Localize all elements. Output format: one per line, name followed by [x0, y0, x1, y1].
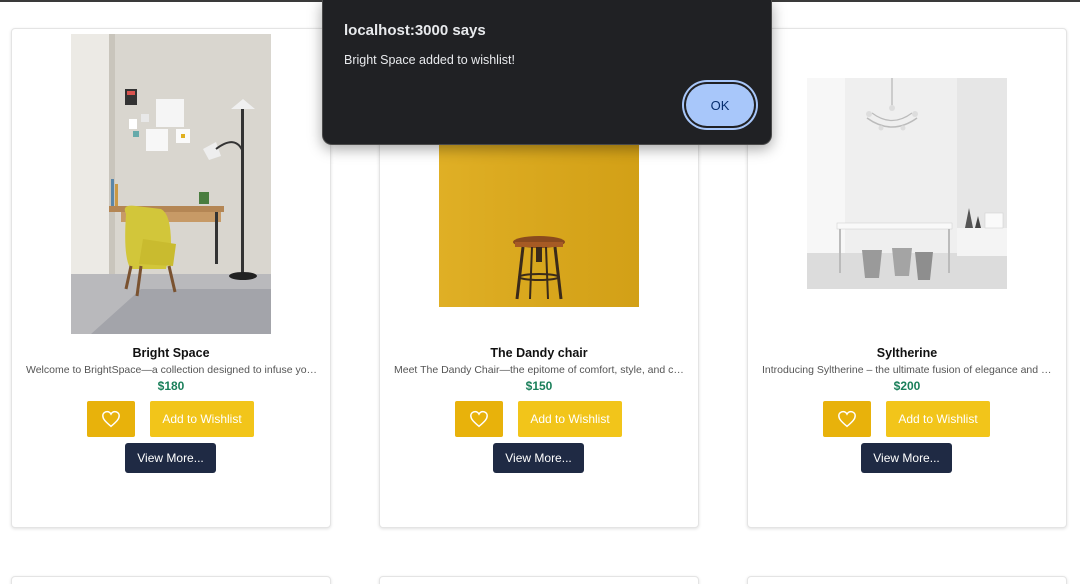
favorite-button[interactable] — [455, 401, 503, 437]
product-card-next-row — [747, 576, 1067, 584]
product-card: Bright Space Welcome to BrightSpace—a co… — [11, 28, 331, 528]
favorite-button[interactable] — [87, 401, 135, 437]
product-price: $150 — [525, 379, 553, 393]
product-description: Introducing Syltherine – the ultimate fu… — [762, 364, 1054, 376]
product-image — [439, 127, 639, 307]
view-more-button[interactable]: View More... — [125, 443, 216, 473]
product-card: Syltherine Introducing Syltherine – the … — [747, 28, 1067, 528]
ok-button[interactable]: OK — [686, 84, 754, 126]
product-title: Syltherine — [876, 346, 938, 360]
add-to-wishlist-button[interactable]: Add to Wishlist — [886, 401, 990, 437]
product-price: $200 — [893, 379, 921, 393]
product-description: Meet The Dandy Chair—the epitome of comf… — [394, 364, 686, 376]
heart-icon — [838, 410, 856, 428]
product-card-next-row — [379, 576, 699, 584]
favorite-button[interactable] — [823, 401, 871, 437]
product-card-next-row — [11, 576, 331, 584]
dialog-title: localhost:3000 says — [344, 22, 486, 39]
view-more-button[interactable]: View More... — [493, 443, 584, 473]
add-to-wishlist-button[interactable]: Add to Wishlist — [150, 401, 254, 437]
product-price: $180 — [157, 379, 185, 393]
product-title: The Dandy chair — [490, 346, 588, 360]
product-image — [71, 34, 271, 334]
heart-icon — [102, 410, 120, 428]
product-description: Welcome to BrightSpace—a collection desi… — [26, 364, 318, 376]
alert-dialog: localhost:3000 says Bright Space added t… — [322, 0, 772, 145]
heart-icon — [470, 410, 488, 428]
product-image — [807, 78, 1007, 289]
dialog-message: Bright Space added to wishlist! — [344, 53, 515, 67]
view-more-button[interactable]: View More... — [861, 443, 952, 473]
add-to-wishlist-button[interactable]: Add to Wishlist — [518, 401, 622, 437]
product-title: Bright Space — [132, 346, 210, 360]
